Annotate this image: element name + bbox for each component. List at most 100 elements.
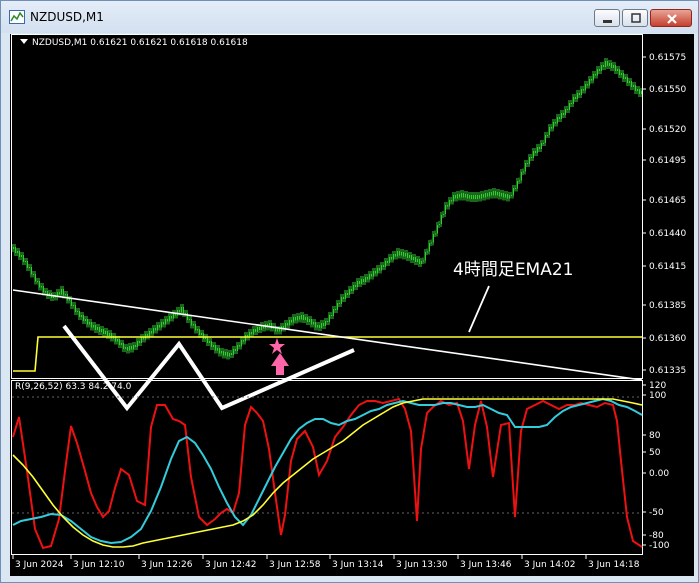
candle-body	[226, 352, 228, 357]
candle-body	[130, 346, 132, 350]
indicator-axis: 120100 80 50 0.00 -50 -80-100	[642, 381, 670, 551]
candle-body	[518, 180, 520, 182]
candle-body	[76, 311, 78, 312]
candle-body	[302, 315, 304, 320]
candle-body	[342, 297, 344, 299]
candle-body	[200, 333, 202, 335]
candle-body	[172, 313, 174, 319]
candle-body	[502, 193, 504, 198]
candle-body	[284, 323, 286, 329]
candle-body	[620, 73, 622, 75]
candle-body	[40, 286, 42, 288]
candle-body	[442, 214, 444, 215]
candle-body	[106, 331, 108, 336]
candle-body	[316, 325, 318, 328]
candle-body	[376, 268, 378, 274]
candle-body	[516, 181, 518, 189]
candle-body	[606, 61, 608, 66]
candle-body	[358, 281, 360, 284]
candle-body	[348, 289, 350, 295]
candle-body	[330, 315, 332, 316]
candle-body	[32, 274, 34, 275]
candle-body	[208, 341, 210, 343]
candle-body	[136, 341, 138, 347]
candle-body	[100, 329, 102, 332]
candle-body	[300, 315, 302, 320]
candle-body	[96, 327, 98, 330]
candle-body	[298, 316, 300, 320]
candle-body	[168, 316, 170, 322]
candle-body	[294, 317, 296, 321]
candle-body	[582, 89, 584, 91]
time-label: 3 Jun 12:42	[205, 560, 256, 570]
candle-body	[530, 157, 532, 158]
candle-body	[552, 122, 554, 129]
candle-body	[556, 117, 558, 124]
candle-body	[68, 299, 70, 301]
candle-body	[594, 74, 596, 76]
candle-body	[514, 188, 516, 189]
candle-body	[228, 353, 230, 357]
candle-body	[396, 251, 398, 257]
collapse-triangle-icon[interactable]	[20, 39, 28, 44]
candle-body	[450, 200, 452, 202]
candle-body	[86, 319, 88, 325]
candle-body	[292, 317, 294, 323]
time-label: 3 Jun 13:30	[396, 560, 448, 570]
candle-body	[508, 195, 510, 199]
candle-body	[70, 299, 72, 306]
candle-body	[250, 332, 252, 335]
candle-body	[572, 97, 574, 104]
candle-body	[26, 261, 28, 268]
candle-body	[382, 265, 384, 267]
candle-body	[400, 252, 402, 256]
candle-body	[404, 253, 406, 257]
candle-body	[418, 259, 420, 264]
candle-body	[584, 84, 586, 91]
candle-body	[122, 343, 124, 349]
candle-body	[428, 243, 430, 252]
candle-body	[456, 194, 458, 199]
candle-body	[140, 337, 142, 343]
candle-body	[542, 143, 544, 144]
candle-body	[532, 151, 534, 158]
candle-body	[420, 261, 422, 264]
candle-body	[240, 340, 242, 347]
indicator-level-label: 120	[649, 381, 666, 391]
candle-body	[380, 265, 382, 271]
candle-body	[564, 109, 566, 115]
candle-body	[20, 255, 22, 257]
candle-body	[128, 346, 130, 351]
candle-body	[622, 73, 624, 79]
candle-body	[350, 289, 352, 291]
candle-body	[166, 319, 168, 322]
candle-body	[460, 193, 462, 198]
candle-body	[434, 233, 436, 235]
candle-body	[72, 305, 74, 306]
candle-body	[322, 323, 324, 326]
candle-body	[252, 329, 254, 335]
candle-body	[308, 319, 310, 322]
price-label: 0.61575	[649, 53, 686, 63]
indicator-level-label: 0.00	[649, 469, 669, 479]
candle-body	[214, 345, 216, 351]
candle-body	[102, 329, 104, 334]
candle-body	[402, 252, 404, 257]
price-label: 0.61465	[649, 196, 686, 206]
price-chart[interactable]: 0.61575 0.61550 0.61520 0.61495 0.61465 0.614…	[1, 1, 698, 582]
candle-body	[480, 194, 482, 199]
candle-body	[638, 89, 640, 94]
time-axis: 3 Jun 2024 3 Jun 12:10 3 Jun 12:26 3 Jun 12…	[12, 555, 640, 570]
candle-body	[604, 61, 606, 67]
time-label: 3 Jun 14:18	[588, 560, 640, 570]
candle-body	[202, 333, 204, 339]
candle-body	[474, 195, 476, 199]
candle-body	[328, 315, 330, 322]
candle-body	[242, 340, 244, 342]
candle-body	[468, 195, 470, 199]
candle-body	[334, 309, 336, 310]
candle-body	[554, 122, 556, 124]
candle-body	[366, 277, 368, 280]
candle-body	[232, 349, 234, 355]
candle-body	[444, 205, 446, 214]
